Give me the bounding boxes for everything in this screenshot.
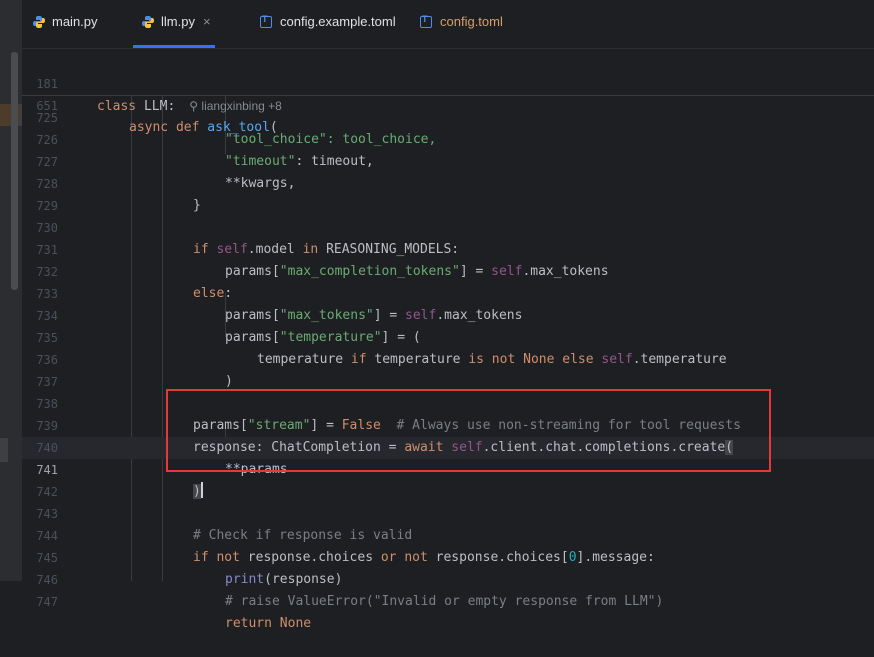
tool-window-strip (0, 0, 22, 581)
sticky-line-class[interactable]: 181 class LLM: ⚲ liangxinbing +8 (22, 51, 874, 114)
code-line[interactable]: 733 params["max_tokens"] = self.max_toke… (22, 261, 874, 323)
code-line[interactable]: 743 # Check if response is valid (22, 481, 874, 543)
class-name: LLM: (143, 99, 176, 114)
python-icon (33, 16, 45, 28)
user-icon: ⚲ (189, 99, 199, 113)
code-line[interactable]: 737 (22, 349, 874, 389)
tab-config-example-toml[interactable]: config.example.toml (260, 14, 396, 44)
author-label: liangxinbing +8 (201, 99, 282, 113)
code-line[interactable]: 734 params["temperature"] = ( (22, 283, 874, 345)
python-icon (142, 16, 154, 28)
line-number: 747 (36, 595, 58, 609)
code-line[interactable]: 735 temperature if temperature is not No… (22, 305, 874, 367)
sticky-scroll-header: 181 class LLM: ⚲ liangxinbing +8 651 asyn… (22, 49, 874, 135)
code-line[interactable]: 745 print(response) (22, 525, 874, 587)
tab-label: main.py (52, 14, 98, 29)
sticky-line-def[interactable]: 651 async def ask_tool( (22, 73, 874, 135)
function-name: ask_tool (207, 120, 270, 135)
close-icon[interactable]: × (203, 14, 211, 29)
keyword: return None (225, 616, 312, 631)
code-line[interactable]: 747 return None (22, 569, 874, 631)
keyword: async def (129, 120, 200, 135)
punct: ( (269, 120, 278, 135)
tab-main-py[interactable]: main.py (32, 14, 98, 44)
current-line-marker (0, 438, 8, 462)
code-line[interactable]: 730 if self.model in REASONING_MODELS: (22, 195, 874, 257)
line-number: 651 (36, 99, 58, 113)
vertical-scrollbar[interactable] (11, 52, 18, 290)
tab-llm-py[interactable]: llm.py × (133, 14, 215, 48)
code-editor[interactable]: 181 class LLM: ⚲ liangxinbing +8 651 asyn… (22, 49, 874, 631)
tab-config-toml[interactable]: config.toml (420, 14, 503, 44)
code-line[interactable]: 732 else: (22, 239, 874, 301)
toml-icon (420, 14, 434, 29)
author-annotation: ⚲ liangxinbing +8 (189, 99, 282, 113)
tab-label: config.toml (440, 14, 503, 29)
code-line[interactable]: 728 } (22, 151, 874, 213)
code-line[interactable]: 729 (22, 173, 874, 213)
annotation-highlight-box (166, 389, 771, 472)
code-line[interactable]: 744 if not response.choices or not respo… (22, 503, 874, 565)
toml-icon (260, 14, 274, 29)
editor-tab-bar: main.py llm.py × config.example.toml con… (22, 0, 874, 49)
code-line[interactable]: 731 params["max_completion_tokens"] = se… (22, 217, 874, 279)
keyword: class (97, 99, 137, 114)
code-line[interactable]: 736 ) (22, 327, 874, 389)
tab-label: config.example.toml (280, 14, 396, 29)
comment: # raise ValueError("Invalid or empty res… (225, 594, 664, 609)
code-line[interactable]: 746 # raise ValueError("Invalid or empty… (22, 547, 874, 609)
tab-label: llm.py (161, 14, 195, 29)
